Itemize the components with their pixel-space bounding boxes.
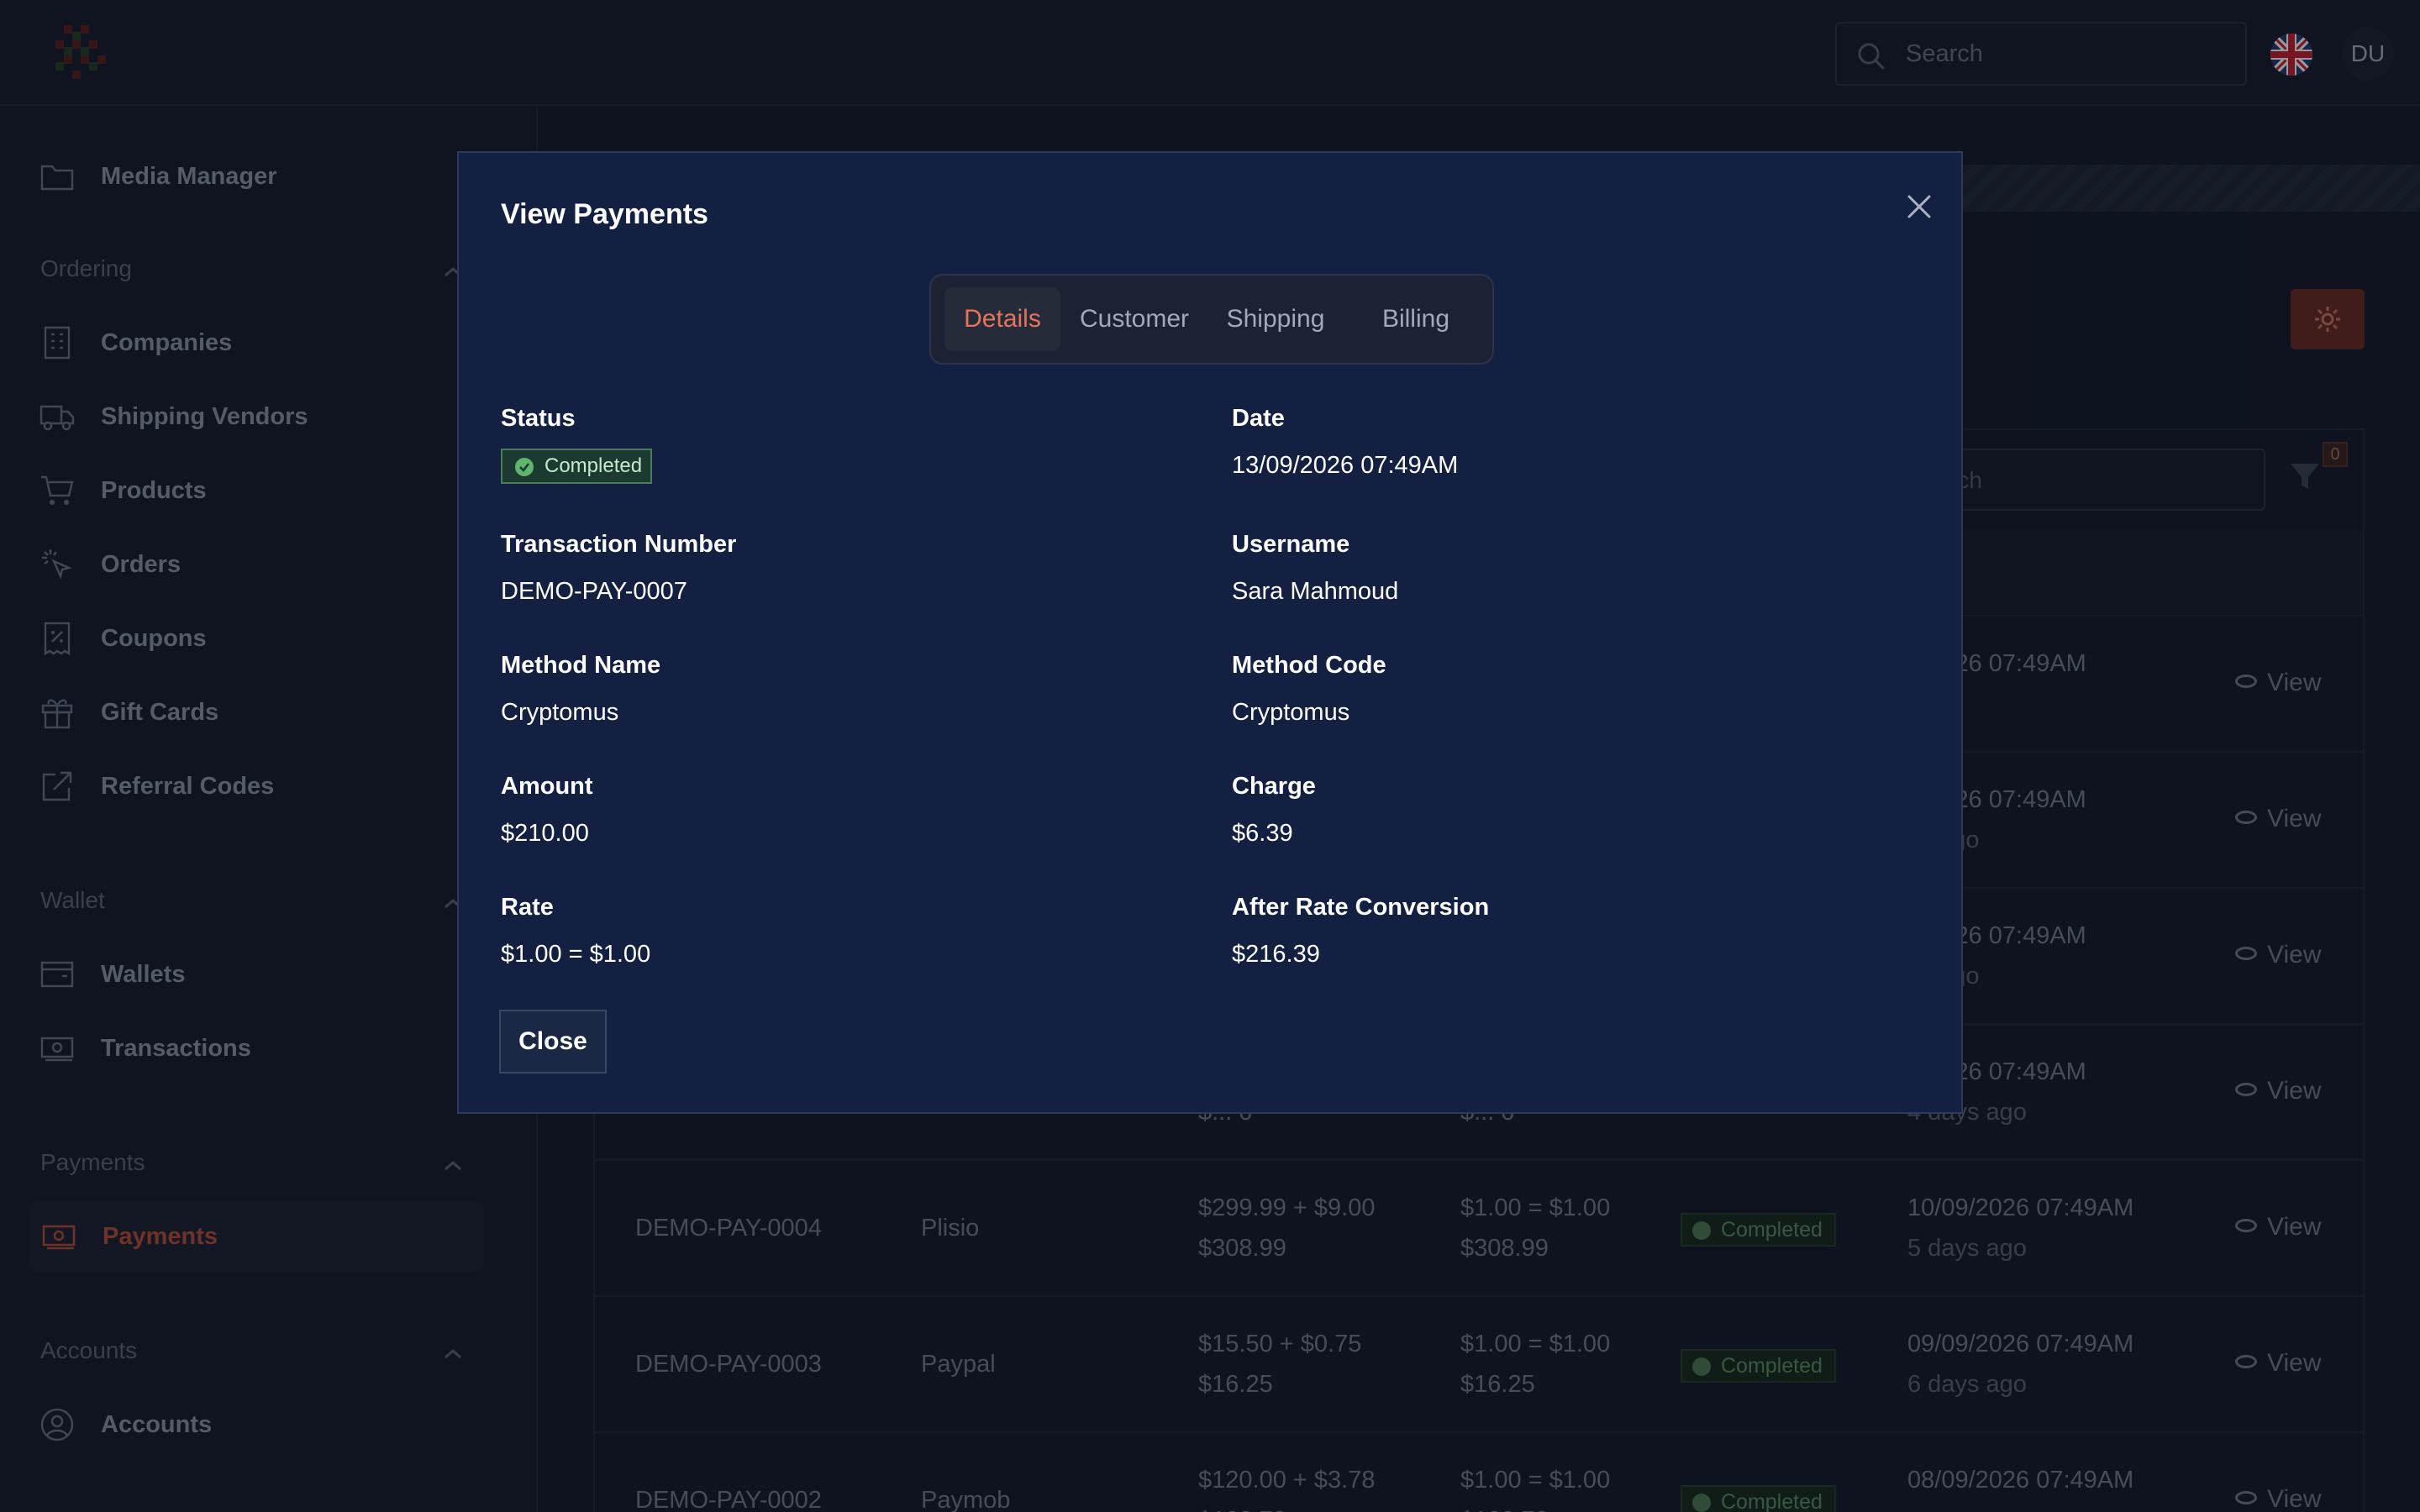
charge-value: $6.39 bbox=[1232, 820, 1293, 847]
amount-value: $210.00 bbox=[501, 820, 589, 847]
status-badge: Completed bbox=[501, 449, 653, 484]
method-code-value: Cryptomus bbox=[1232, 699, 1350, 726]
username-label: Username bbox=[1232, 531, 1350, 558]
tab-details[interactable]: Details bbox=[944, 287, 1060, 351]
rate-label: Rate bbox=[501, 894, 554, 921]
method-name-value: Cryptomus bbox=[501, 699, 619, 726]
transaction-number-label: Transaction Number bbox=[501, 531, 737, 558]
modal-tabs: Details Customer Shipping Billing bbox=[929, 274, 1494, 365]
charge-label: Charge bbox=[1232, 773, 1316, 800]
close-icon[interactable] bbox=[1899, 186, 1939, 227]
rate-value: $1.00 = $1.00 bbox=[501, 941, 651, 968]
date-label: Date bbox=[1232, 405, 1285, 432]
tab-customer[interactable]: Customer bbox=[1071, 287, 1198, 351]
method-code-label: Method Code bbox=[1232, 652, 1386, 679]
check-circle-icon bbox=[515, 458, 534, 476]
tab-billing[interactable]: Billing bbox=[1353, 287, 1479, 351]
after-rate-conversion-label: After Rate Conversion bbox=[1232, 894, 1490, 921]
status-label: Status bbox=[501, 405, 576, 432]
view-payments-modal: View Payments Details Customer Shipping … bbox=[457, 151, 1963, 1114]
close-button[interactable]: Close bbox=[499, 1010, 607, 1074]
status-value: Completed bbox=[544, 454, 643, 477]
method-name-label: Method Name bbox=[501, 652, 661, 679]
date-value: 13/09/2026 07:49AM bbox=[1232, 452, 1459, 479]
after-rate-conversion-value: $216.39 bbox=[1232, 941, 1320, 968]
tab-shipping[interactable]: Shipping bbox=[1208, 287, 1343, 351]
amount-label: Amount bbox=[501, 773, 593, 800]
modal-title: View Payments bbox=[501, 198, 708, 230]
transaction-number-value: DEMO-PAY-0007 bbox=[501, 578, 687, 605]
username-value: Sara Mahmoud bbox=[1232, 578, 1399, 605]
